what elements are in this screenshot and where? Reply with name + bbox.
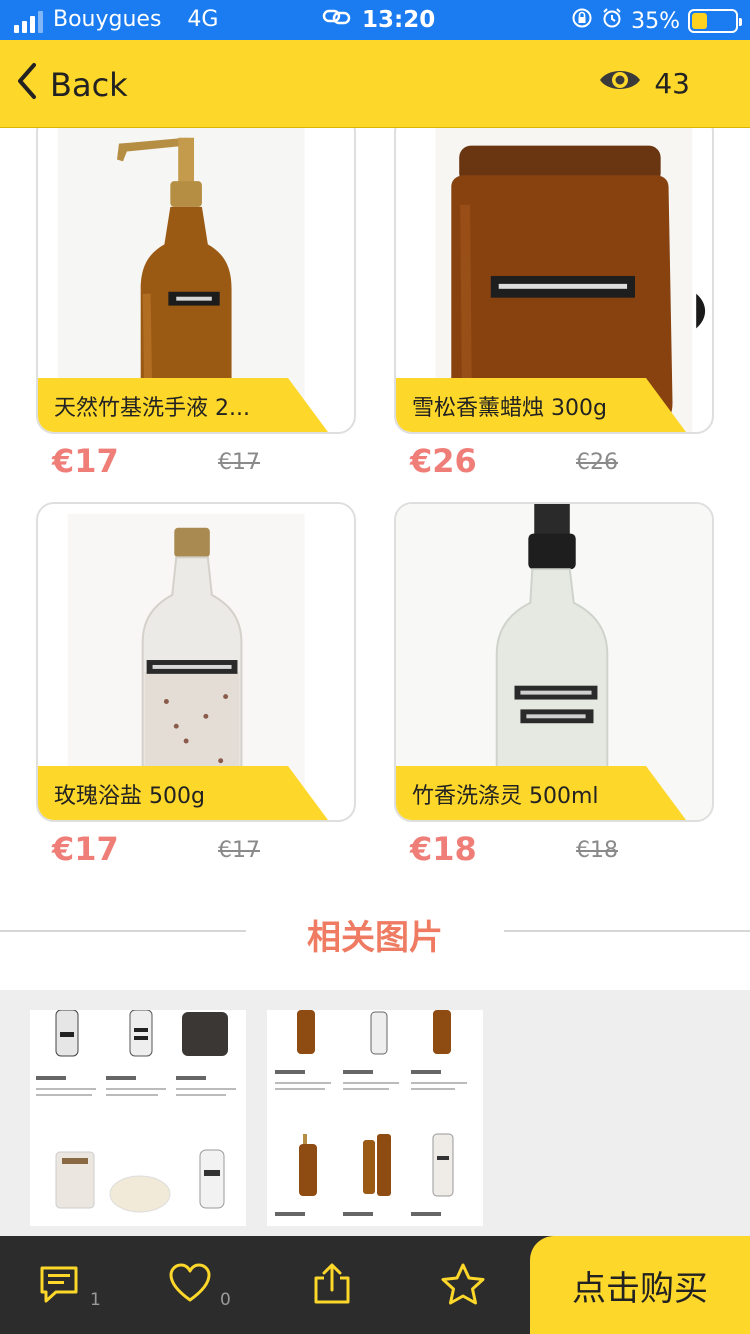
related-image-thumbnail[interactable]	[267, 1010, 483, 1226]
status-bar: Bouygues 4G 13:20 35%	[0, 0, 750, 40]
product-old-price: €17	[218, 838, 260, 863]
share-icon	[310, 1262, 354, 1310]
carrier-name: Bouygues	[53, 7, 162, 32]
product-name: 玫瑰浴盐 500g	[54, 784, 205, 809]
product-price: €18	[410, 830, 477, 868]
product-name-tag: 雪松香薰蜡烛 300g	[396, 378, 686, 432]
back-chevron-icon	[16, 62, 38, 108]
divider	[504, 930, 750, 932]
view-counter: 43	[598, 66, 690, 101]
related-images-header: 相关图片	[0, 908, 750, 958]
battery-percent: 35%	[631, 8, 680, 34]
heart-icon	[168, 1262, 212, 1310]
comment-button[interactable]: 1	[38, 1262, 101, 1310]
alarm-icon	[601, 7, 623, 35]
product-old-price: €18	[576, 838, 618, 863]
eye-icon	[598, 66, 642, 101]
product-price: €17	[52, 830, 119, 868]
related-images-gallery	[0, 990, 750, 1236]
rotation-lock-icon	[571, 7, 593, 35]
product-name-tag: 竹香洗涤灵 500ml	[396, 766, 686, 820]
product-name: 天然竹基洗手液 2...	[54, 396, 250, 421]
product-price: €26	[410, 442, 477, 480]
like-count: 0	[220, 1290, 231, 1310]
network-type: 4G	[187, 7, 219, 32]
clock-time: 13:20	[362, 7, 436, 33]
bottom-action-bar: 1 0 点击购买	[0, 1236, 750, 1334]
product-old-price: €17	[218, 450, 260, 475]
product-price: €17	[52, 442, 119, 480]
product-old-price: €26	[576, 450, 618, 475]
product-card[interactable]: 天然竹基洗手液 2...	[36, 128, 356, 434]
product-name-tag: 玫瑰浴盐 500g	[38, 766, 328, 820]
comment-icon	[38, 1262, 82, 1310]
product-card[interactable]: 玫瑰浴盐 500g	[36, 502, 356, 822]
product-name: 竹香洗涤灵 500ml	[412, 784, 599, 809]
like-button[interactable]: 0	[168, 1262, 231, 1310]
back-label: Back	[50, 66, 128, 104]
star-icon	[440, 1262, 486, 1310]
battery-icon	[688, 9, 742, 33]
back-button[interactable]: Back	[16, 62, 128, 108]
related-image-thumbnail[interactable]	[30, 1010, 246, 1226]
product-name: 雪松香薰蜡烛 300g	[412, 396, 607, 421]
link-icon	[322, 6, 352, 34]
favorite-button[interactable]	[440, 1262, 486, 1310]
buy-button-label: 点击购买	[572, 1268, 708, 1309]
share-button[interactable]	[310, 1262, 354, 1310]
buy-button[interactable]: 点击购买	[530, 1236, 750, 1334]
product-card[interactable]: 雪松香薰蜡烛 300g	[394, 128, 714, 434]
nav-bar: Back 43	[0, 40, 750, 128]
product-name-tag: 天然竹基洗手液 2...	[38, 378, 328, 432]
section-title: 相关图片	[307, 918, 443, 958]
product-card[interactable]: 竹香洗涤灵 500ml	[394, 502, 714, 822]
content-area: 天然竹基洗手液 2... €17 €17 雪松香薰蜡烛 300g €26 €26	[0, 128, 750, 1236]
signal-icon	[14, 11, 43, 33]
comment-count: 1	[90, 1290, 101, 1310]
view-count: 43	[654, 67, 690, 100]
